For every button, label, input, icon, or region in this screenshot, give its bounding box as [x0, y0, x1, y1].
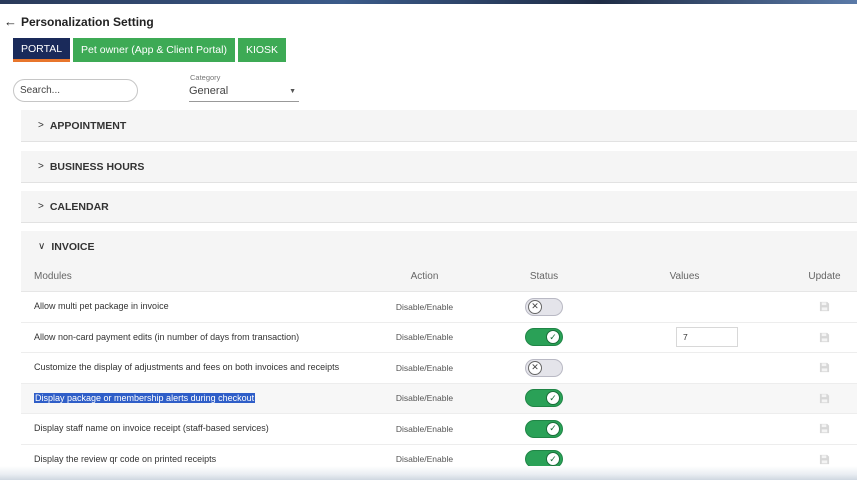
table-row: Display staff name on invoice receipt (s…	[21, 414, 857, 445]
action-text: Disable/Enable	[395, 393, 454, 404]
save-icon[interactable]	[819, 332, 830, 343]
category-label: Category	[190, 73, 221, 82]
category-select[interactable]: General ▼	[189, 85, 299, 102]
bottom-fade	[0, 466, 857, 480]
x-icon: ✕	[528, 360, 542, 375]
section-label: INVOICE	[51, 240, 95, 253]
header-action: Action	[410, 271, 439, 282]
module-name: Customize the display of adjustments and…	[34, 362, 340, 373]
section-label: CALENDAR	[49, 200, 109, 213]
save-icon[interactable]	[819, 454, 830, 465]
header-values: Values	[669, 271, 700, 282]
check-icon: ✓	[546, 452, 560, 467]
chevron-right-icon: >	[38, 161, 44, 172]
status-toggle[interactable]: ✓	[525, 328, 563, 347]
table-row: Display package or membership alerts dur…	[21, 383, 857, 414]
action-text: Disable/Enable	[395, 332, 454, 343]
section-calendar[interactable]: > CALENDAR	[21, 191, 857, 223]
section-invoice[interactable]: ∨ INVOICE	[21, 231, 857, 263]
section-appointment[interactable]: > APPOINTMENT	[21, 110, 857, 142]
tab-pet-owner[interactable]: Pet owner (App & Client Portal)	[73, 38, 235, 62]
check-icon: ✓	[546, 330, 560, 345]
action-text: Disable/Enable	[395, 454, 454, 465]
check-icon: ✓	[546, 391, 560, 406]
status-toggle[interactable]: ✓	[525, 389, 563, 408]
module-name: Display the review qr code on printed re…	[34, 453, 217, 464]
table-row: Customize the display of adjustments and…	[21, 353, 857, 384]
chevron-right-icon: >	[38, 120, 44, 131]
save-icon[interactable]	[819, 301, 830, 312]
x-icon: ✕	[528, 299, 542, 314]
value-input[interactable]	[676, 327, 738, 348]
table-row: Allow multi pet package in invoice Disab…	[21, 292, 857, 323]
module-name: Display staff name on invoice receipt (s…	[34, 423, 269, 434]
section-business-hours[interactable]: > BUSINESS HOURS	[21, 151, 857, 183]
tab-kiosk[interactable]: KIOSK	[237, 38, 287, 62]
status-toggle[interactable]: ✓	[525, 419, 563, 438]
action-text: Disable/Enable	[395, 362, 454, 373]
back-arrow-icon[interactable]: ←	[4, 14, 17, 29]
action-text: Disable/Enable	[395, 301, 454, 312]
check-icon: ✓	[546, 421, 560, 436]
status-toggle[interactable]: ✕	[525, 358, 563, 377]
chevron-down-icon: ∨	[38, 241, 46, 252]
module-name: Allow non-card payment edits (in number …	[34, 331, 300, 342]
table-row: Allow non-card payment edits (in number …	[21, 322, 857, 353]
search-input[interactable]	[13, 79, 138, 102]
module-name-highlighted: Display package or membership alerts dur…	[34, 392, 256, 403]
section-label: APPOINTMENT	[49, 119, 127, 132]
invoice-settings-table: Modules Action Status Values Update Allo…	[21, 262, 857, 475]
table-header: Modules Action Status Values Update	[21, 262, 857, 292]
header-status: Status	[529, 271, 559, 282]
section-label: BUSINESS HOURS	[49, 160, 145, 173]
module-name: Allow multi pet package in invoice	[34, 301, 169, 312]
page-title: Personalization Setting	[21, 14, 154, 29]
header-modules: Modules	[34, 271, 72, 282]
page-header: ← Personalization Setting	[4, 14, 154, 29]
top-window-strip	[0, 0, 857, 4]
save-icon[interactable]	[819, 393, 830, 404]
status-toggle[interactable]: ✕	[525, 297, 563, 316]
save-icon[interactable]	[819, 423, 830, 434]
chevron-right-icon: >	[38, 201, 44, 212]
caret-down-icon: ▼	[289, 88, 296, 95]
save-icon[interactable]	[819, 362, 830, 373]
header-update: Update	[808, 271, 841, 282]
category-value: General	[189, 85, 229, 97]
tab-portal[interactable]: PORTAL	[13, 38, 71, 62]
action-text: Disable/Enable	[395, 423, 454, 434]
tab-bar: PORTAL Pet owner (App & Client Portal) K…	[13, 38, 287, 62]
